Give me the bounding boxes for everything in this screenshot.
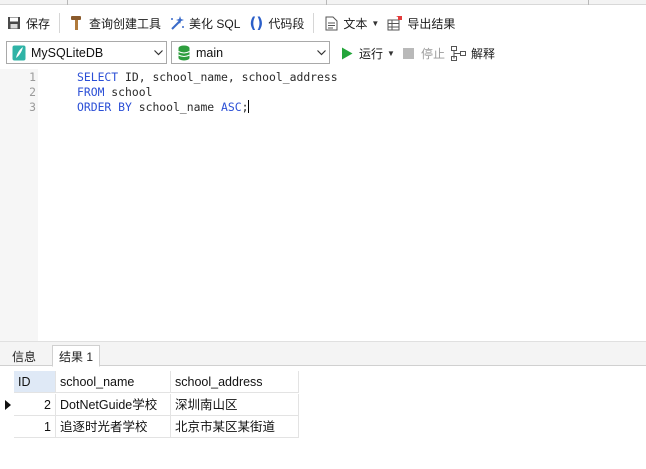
stop-icon bbox=[401, 45, 417, 61]
document-icon bbox=[323, 15, 339, 31]
save-icon bbox=[6, 15, 22, 31]
beautify-sql-button[interactable]: 美化 SQL bbox=[165, 11, 244, 35]
sql-editor[interactable]: 1 SELECT ID, school_name, school_address… bbox=[0, 69, 646, 341]
connection-value: MySQLiteDB bbox=[31, 45, 104, 60]
current-row-arrow-icon bbox=[5, 400, 11, 410]
code-text: FROM school bbox=[77, 85, 152, 100]
cell-school-address[interactable]: 北京市某区某街道 bbox=[171, 416, 299, 438]
hammer-icon bbox=[69, 15, 85, 31]
tab-label: 信息 bbox=[12, 349, 37, 364]
stop-button[interactable]: 停止 bbox=[398, 41, 448, 65]
beautify-sql-label: 美化 SQL bbox=[189, 16, 241, 31]
chevron-down-icon: ▼ bbox=[371, 18, 380, 28]
code-line: 3 ORDER BY school_name ASC; bbox=[0, 100, 646, 115]
code-line: 2 FROM school bbox=[0, 85, 646, 100]
column-header-school-address[interactable]: school_address bbox=[171, 371, 299, 393]
text-cursor bbox=[248, 100, 250, 113]
line-number: 2 bbox=[29, 85, 36, 99]
sql-text: ID, school_name, school_address bbox=[118, 70, 338, 84]
tab-strip bbox=[0, 0, 646, 5]
save-button[interactable]: 保存 bbox=[0, 11, 54, 35]
tab-divider bbox=[588, 0, 589, 5]
code-text: ORDER BY school_name ASC; bbox=[77, 100, 250, 115]
text-button[interactable]: 文本 ▼ bbox=[319, 11, 383, 35]
stop-label: 停止 bbox=[420, 46, 445, 61]
explain-button[interactable]: 解释 bbox=[448, 41, 498, 65]
column-header-id[interactable]: ID bbox=[14, 371, 56, 393]
database-select[interactable]: main bbox=[171, 41, 330, 64]
tab-info[interactable]: 信息 bbox=[6, 345, 42, 367]
run-controls: 运行 ▼ 停止 解释 bbox=[336, 42, 498, 64]
export-result-button[interactable]: 导出结果 bbox=[383, 11, 459, 35]
cell-id[interactable]: 1 bbox=[14, 416, 56, 438]
query-builder-label: 查询创建工具 bbox=[89, 16, 162, 31]
tab-result-1[interactable]: 结果 1 bbox=[52, 345, 101, 367]
query-builder-button[interactable]: 查询创建工具 bbox=[65, 11, 165, 35]
export-result-label: 导出结果 bbox=[407, 16, 456, 31]
explain-label: 解释 bbox=[470, 46, 495, 61]
chevron-down-icon bbox=[313, 42, 329, 63]
code-snippet-button[interactable]: () 代码段 bbox=[244, 11, 308, 35]
sql-keyword: FROM bbox=[77, 85, 105, 99]
chevron-down-icon[interactable]: ▼ bbox=[387, 49, 395, 58]
connection-toolbar: MySQLiteDB main 运行 ▼ 停止 解释 bbox=[0, 40, 646, 66]
tab-divider bbox=[326, 0, 327, 5]
cell-school-name[interactable]: DotNetGuide学校 bbox=[56, 394, 171, 416]
sql-text: school bbox=[104, 85, 153, 99]
main-toolbar: 保存 查询创建工具 美化 SQL () 代码段 文本 ▼ 导出结果 bbox=[0, 8, 646, 38]
line-number: 3 bbox=[29, 100, 36, 114]
sql-text: school_name bbox=[131, 100, 222, 114]
line-number: 1 bbox=[29, 70, 36, 84]
code-text: SELECT ID, school_name, school_address bbox=[77, 70, 338, 85]
database-icon bbox=[177, 45, 191, 61]
database-value: main bbox=[196, 45, 224, 60]
code-snippet-icon: () bbox=[249, 14, 264, 32]
result-tabs: 信息 结果 1 bbox=[0, 341, 646, 367]
code-snippet-label: 代码段 bbox=[268, 16, 305, 31]
tab-divider bbox=[67, 0, 68, 5]
toolbar-separator bbox=[59, 13, 61, 33]
column-header-school-name[interactable]: school_name bbox=[56, 371, 171, 393]
code-line: 1 SELECT ID, school_name, school_address bbox=[0, 70, 646, 85]
chevron-down-icon bbox=[150, 42, 166, 63]
sqlite-feather-icon bbox=[12, 45, 26, 61]
sql-text: ; bbox=[241, 100, 249, 114]
cell-school-address[interactable]: 深圳南山区 bbox=[171, 394, 299, 416]
explain-diagram-icon bbox=[451, 45, 467, 61]
tab-label: 结果 1 bbox=[59, 349, 94, 364]
toolbar-separator bbox=[313, 13, 315, 33]
run-label: 运行 bbox=[359, 46, 384, 61]
sql-keyword: SELECT bbox=[77, 70, 119, 84]
save-label: 保存 bbox=[26, 16, 51, 31]
connection-select[interactable]: MySQLiteDB bbox=[6, 41, 167, 64]
play-icon bbox=[339, 45, 355, 61]
export-grid-icon bbox=[387, 15, 403, 31]
cell-school-name[interactable]: 追逐时光者学校 bbox=[56, 416, 171, 438]
sql-keyword: ASC bbox=[221, 100, 242, 114]
magic-wand-icon bbox=[169, 15, 185, 31]
run-button[interactable]: 运行 ▼ bbox=[336, 41, 398, 65]
cell-id[interactable]: 2 bbox=[14, 394, 56, 416]
sql-keyword: ORDER BY bbox=[77, 100, 132, 114]
text-label: 文本 bbox=[343, 16, 368, 31]
